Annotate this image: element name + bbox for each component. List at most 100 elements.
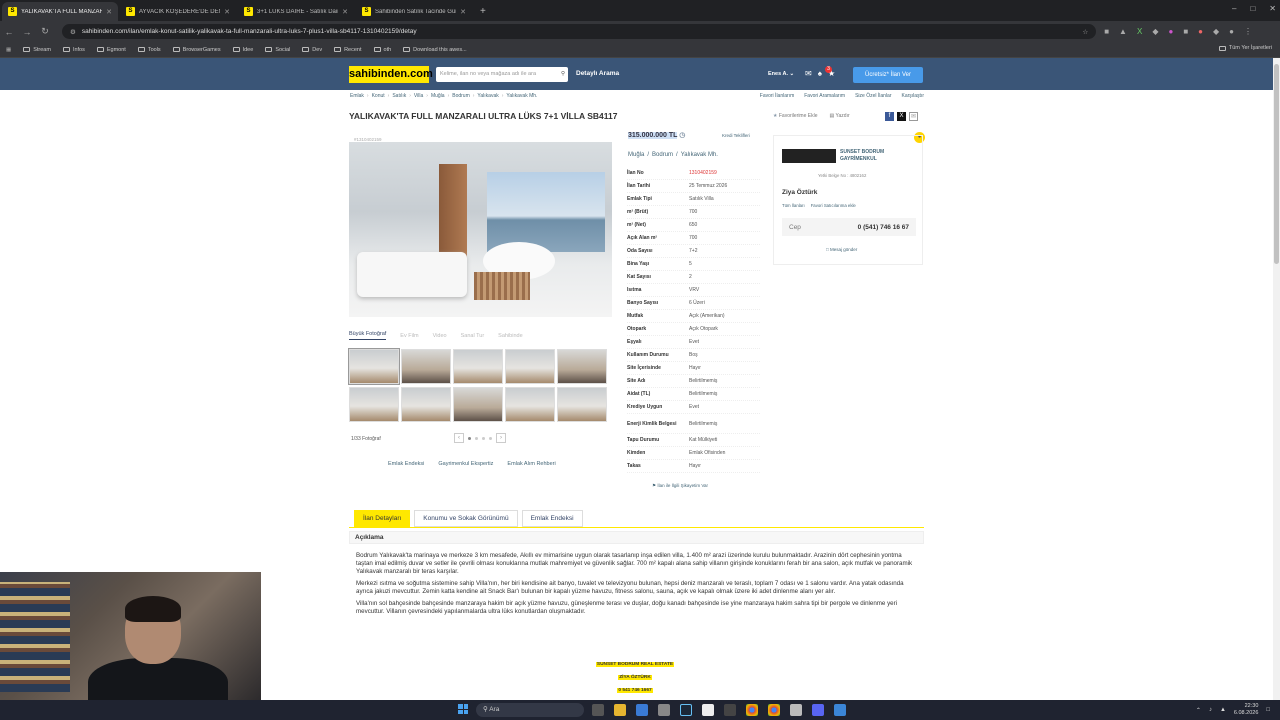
steam-icon[interactable] [680, 704, 692, 716]
detail-tab[interactable]: İlan Detayları [354, 510, 411, 527]
bookmark-item[interactable]: Download this awes... [403, 47, 467, 53]
favorite-seller-link[interactable]: Favori Satıcılarıma ekle [811, 203, 856, 208]
taskbar-search[interactable]: ⚲ Ara [476, 703, 584, 717]
photo-thumbnail[interactable] [505, 349, 555, 384]
breadcrumb-item[interactable]: Satılık [392, 93, 406, 99]
app-icon[interactable] [790, 704, 802, 716]
extension-icon[interactable]: ▲ [1119, 27, 1127, 36]
photo-thumbnail[interactable] [401, 349, 451, 384]
photo-tool-tab[interactable]: Büyük Fotoğraf [349, 331, 387, 340]
menu-icon[interactable]: ⋮ [1244, 27, 1252, 36]
prev-page-icon[interactable]: ‹ [454, 433, 464, 443]
site-search-input[interactable]: Kelime, ilan no veya mağaza adı ile ara … [436, 67, 568, 82]
photo-thumbnail[interactable] [557, 349, 607, 384]
photo-tool-tab[interactable]: Sanal Tur [461, 333, 485, 339]
extension-icon[interactable]: ■ [1183, 27, 1188, 36]
tab-close-icon[interactable]: ✕ [224, 8, 230, 16]
apps-icon[interactable]: ▦ [6, 47, 11, 53]
app-icon[interactable] [658, 704, 670, 716]
browser-tab[interactable]: S YALIKAVAK'TA FULL MANZARA...✕ [2, 2, 118, 21]
detailed-search-link[interactable]: Detaylı Arama [576, 70, 619, 77]
extension-icon[interactable]: ● [1168, 27, 1173, 36]
breadcrumb-item[interactable]: Bodrum [452, 93, 470, 99]
facebook-icon[interactable]: f [885, 112, 894, 121]
help-link[interactable]: Emlak Endeksi [388, 461, 424, 467]
extension-icon[interactable]: X [1137, 27, 1142, 36]
post-listing-button[interactable]: Ücretsiz* İlan Ver [853, 67, 923, 83]
extension-icon[interactable]: ◆ [1152, 27, 1158, 36]
notifications-icon[interactable]: □ [1266, 707, 1270, 713]
discord-icon[interactable] [812, 704, 824, 716]
breadcrumb-item[interactable]: Yalıkavak Mh. [506, 93, 537, 99]
bookmark-item[interactable]: Tools [137, 47, 161, 53]
photo-thumbnail[interactable] [348, 348, 400, 385]
detail-tab[interactable]: Emlak Endeksi [521, 510, 583, 527]
tab-close-icon[interactable]: ✕ [460, 8, 466, 16]
profile-avatar[interactable]: ● [1229, 27, 1234, 36]
windows-start-icon[interactable] [458, 704, 468, 714]
browser-tab[interactable]: S Sahibinden Satılık Tacinde Günü... ✕ [356, 2, 472, 21]
bookmark-item[interactable]: Stream [23, 47, 51, 53]
photo-tool-tab[interactable]: Sahibinde [498, 333, 522, 339]
photo-thumbnail[interactable] [453, 387, 503, 422]
bookmark-item[interactable]: Infos [62, 47, 85, 53]
photo-thumbnail[interactable] [453, 349, 503, 384]
breadcrumb-item[interactable]: Yalıkavak [477, 93, 498, 99]
app-icon[interactable] [702, 704, 714, 716]
location-link[interactable]: Muğla [628, 152, 644, 158]
clock[interactable]: 22:30 6.08.2026 [1234, 703, 1258, 717]
bookmark-item[interactable]: oth [373, 47, 391, 53]
extensions-puzzle-icon[interactable]: ◆ [1213, 27, 1219, 36]
speaker-icon[interactable]: ♪ [1209, 707, 1212, 713]
page-dot[interactable] [475, 436, 478, 440]
account-link[interactable]: Favori İlanlarım [760, 93, 794, 99]
main-photo[interactable] [349, 142, 612, 317]
close-icon[interactable]: ✕ [1269, 4, 1276, 13]
account-link[interactable]: Size Özel İlanlar [855, 93, 891, 99]
complain-link[interactable]: ⚑ İlan ile İlgili Şikayetim Var [652, 483, 708, 489]
site-info-icon[interactable]: ⚙ [70, 28, 76, 36]
minimize-icon[interactable]: – [1232, 4, 1236, 13]
new-tab-button[interactable]: + [472, 2, 494, 21]
app-icon[interactable] [834, 704, 846, 716]
account-link[interactable]: Favori Aramalarım [804, 93, 845, 99]
location-link[interactable]: Yalıkavak Mh. [681, 152, 718, 158]
store-icon[interactable] [636, 704, 648, 716]
breadcrumb-item[interactable]: Emlak [350, 93, 364, 99]
extension-icon[interactable]: ■ [1104, 27, 1109, 36]
browser-tab[interactable]: S 3+1 LÜKS DAİRE - Satılık Daire...✕ [238, 2, 354, 21]
reload-icon[interactable]: ↻ [36, 26, 54, 37]
forward-icon[interactable]: → [18, 27, 36, 37]
photo-tool-tab[interactable]: Video [433, 333, 447, 339]
photo-thumbnail[interactable] [557, 387, 607, 422]
bookmark-star-icon[interactable]: ☆ [1082, 28, 1088, 36]
photo-tool-tab[interactable]: Ev Film [400, 333, 418, 339]
account-link[interactable]: Karşılaştır [901, 93, 924, 99]
file-explorer-icon[interactable] [614, 704, 626, 716]
photo-thumbnail[interactable] [401, 387, 451, 422]
back-icon[interactable]: ← [0, 27, 18, 37]
bookmark-item[interactable]: Dev [302, 47, 322, 53]
site-logo[interactable]: sahibinden.com [349, 66, 433, 83]
page-dot[interactable] [489, 436, 492, 440]
help-link[interactable]: Gayrimenkul Ekspertiz [438, 461, 493, 467]
tab-close-icon[interactable]: ✕ [342, 8, 348, 16]
page-dot[interactable] [482, 436, 485, 440]
bell-icon[interactable]: ♠ [818, 69, 822, 78]
seller-company[interactable]: SUNSET BODRUM GAYRİMENKUL [840, 149, 910, 163]
all-bookmarks[interactable]: Tüm Yer İşaretleri [1218, 45, 1272, 51]
tray-chevron-icon[interactable]: ⌃ [1196, 707, 1201, 714]
breadcrumb-item[interactable]: Muğla [431, 93, 445, 99]
all-listings-link[interactable]: Tüm İlanları [782, 203, 805, 208]
bookmark-item[interactable]: Idee [232, 47, 253, 53]
chrome-icon[interactable] [746, 704, 758, 716]
help-link[interactable]: Emlak Alım Rehberi [507, 461, 555, 467]
breadcrumb-item[interactable]: Villa [414, 93, 423, 99]
user-menu[interactable]: Enes A. ⌄ [768, 71, 794, 77]
location-link[interactable]: Bodrum [652, 152, 673, 158]
email-icon[interactable]: ✉ [909, 112, 918, 121]
page-dot[interactable] [468, 436, 471, 440]
app-icon[interactable] [724, 704, 736, 716]
url-input[interactable]: ⚙ sahibinden.com/ilan/emlak-konut-satili… [62, 24, 1097, 39]
network-icon[interactable]: ▲ [1220, 707, 1226, 713]
